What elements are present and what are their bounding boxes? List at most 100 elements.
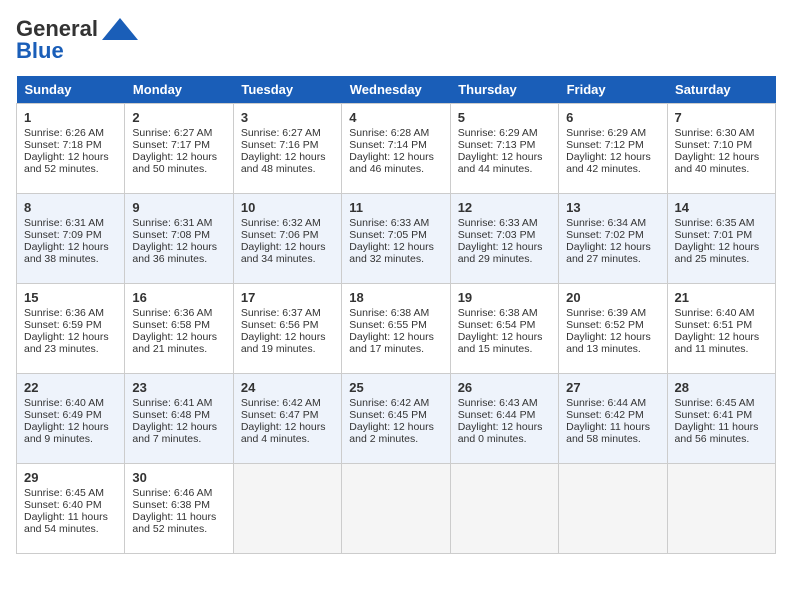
logo-icon [102,18,138,40]
sunrise-text: Sunrise: 6:39 AM [566,307,646,319]
daylight-label: Daylight: 11 hours and 56 minutes. [675,421,759,445]
daylight-label: Daylight: 11 hours and 54 minutes. [24,511,108,535]
day-number: 4 [349,110,442,125]
daylight-label: Daylight: 12 hours and 9 minutes. [24,421,109,445]
day-number: 17 [241,290,334,305]
sunrise-text: Sunrise: 6:34 AM [566,217,646,229]
sunset-text: Sunset: 6:44 PM [458,409,536,421]
sunset-text: Sunset: 6:56 PM [241,319,319,331]
sunrise-text: Sunrise: 6:42 AM [349,397,429,409]
sunset-text: Sunset: 6:38 PM [132,499,210,511]
calendar-cell: 28 Sunrise: 6:45 AM Sunset: 6:41 PM Dayl… [667,374,775,464]
sunset-text: Sunset: 6:42 PM [566,409,644,421]
daylight-label: Daylight: 12 hours and 19 minutes. [241,331,326,355]
sunset-text: Sunset: 7:18 PM [24,139,102,151]
calendar-cell: 11 Sunrise: 6:33 AM Sunset: 7:05 PM Dayl… [342,194,450,284]
day-number: 8 [24,200,117,215]
sunrise-text: Sunrise: 6:42 AM [241,397,321,409]
sunset-text: Sunset: 7:13 PM [458,139,536,151]
sunrise-text: Sunrise: 6:40 AM [24,397,104,409]
calendar-cell: 19 Sunrise: 6:38 AM Sunset: 6:54 PM Dayl… [450,284,558,374]
sunrise-text: Sunrise: 6:38 AM [349,307,429,319]
calendar-cell: 7 Sunrise: 6:30 AM Sunset: 7:10 PM Dayli… [667,104,775,194]
day-number: 14 [675,200,768,215]
sunset-text: Sunset: 6:52 PM [566,319,644,331]
daylight-label: Daylight: 12 hours and 44 minutes. [458,151,543,175]
sunrise-text: Sunrise: 6:29 AM [566,127,646,139]
sunset-text: Sunset: 6:58 PM [132,319,210,331]
calendar-cell [667,464,775,554]
calendar-cell: 8 Sunrise: 6:31 AM Sunset: 7:09 PM Dayli… [17,194,125,284]
day-number: 5 [458,110,551,125]
daylight-label: Daylight: 11 hours and 52 minutes. [132,511,216,535]
daylight-label: Daylight: 12 hours and 15 minutes. [458,331,543,355]
daylight-label: Daylight: 12 hours and 2 minutes. [349,421,434,445]
calendar-cell: 13 Sunrise: 6:34 AM Sunset: 7:02 PM Dayl… [559,194,667,284]
calendar-cell: 5 Sunrise: 6:29 AM Sunset: 7:13 PM Dayli… [450,104,558,194]
day-number: 2 [132,110,225,125]
sunrise-text: Sunrise: 6:35 AM [675,217,755,229]
daylight-label: Daylight: 12 hours and 34 minutes. [241,241,326,265]
calendar-cell: 2 Sunrise: 6:27 AM Sunset: 7:17 PM Dayli… [125,104,233,194]
dow-header: Monday [125,76,233,104]
sunrise-text: Sunrise: 6:44 AM [566,397,646,409]
sunset-text: Sunset: 6:40 PM [24,499,102,511]
day-number: 9 [132,200,225,215]
calendar-cell: 3 Sunrise: 6:27 AM Sunset: 7:16 PM Dayli… [233,104,341,194]
daylight-label: Daylight: 12 hours and 11 minutes. [675,331,760,355]
dow-header: Saturday [667,76,775,104]
daylight-label: Daylight: 12 hours and 23 minutes. [24,331,109,355]
sunrise-text: Sunrise: 6:45 AM [24,487,104,499]
calendar-cell: 20 Sunrise: 6:39 AM Sunset: 6:52 PM Dayl… [559,284,667,374]
calendar-cell: 30 Sunrise: 6:46 AM Sunset: 6:38 PM Dayl… [125,464,233,554]
dow-header: Thursday [450,76,558,104]
day-number: 11 [349,200,442,215]
day-number: 12 [458,200,551,215]
daylight-label: Daylight: 12 hours and 50 minutes. [132,151,217,175]
daylight-label: Daylight: 12 hours and 38 minutes. [24,241,109,265]
sunset-text: Sunset: 6:41 PM [675,409,753,421]
sunset-text: Sunset: 7:09 PM [24,229,102,241]
sunset-text: Sunset: 7:05 PM [349,229,427,241]
calendar-cell: 29 Sunrise: 6:45 AM Sunset: 6:40 PM Dayl… [17,464,125,554]
sunrise-text: Sunrise: 6:29 AM [458,127,538,139]
calendar-cell: 18 Sunrise: 6:38 AM Sunset: 6:55 PM Dayl… [342,284,450,374]
sunset-text: Sunset: 7:03 PM [458,229,536,241]
day-number: 1 [24,110,117,125]
daylight-label: Daylight: 12 hours and 4 minutes. [241,421,326,445]
daylight-label: Daylight: 12 hours and 13 minutes. [566,331,651,355]
day-number: 29 [24,470,117,485]
calendar-cell: 22 Sunrise: 6:40 AM Sunset: 6:49 PM Dayl… [17,374,125,464]
day-number: 10 [241,200,334,215]
calendar-cell: 6 Sunrise: 6:29 AM Sunset: 7:12 PM Dayli… [559,104,667,194]
sunrise-text: Sunrise: 6:37 AM [241,307,321,319]
logo: General Blue [16,16,138,64]
daylight-label: Daylight: 12 hours and 21 minutes. [132,331,217,355]
day-number: 19 [458,290,551,305]
sunset-text: Sunset: 7:10 PM [675,139,753,151]
dow-header: Wednesday [342,76,450,104]
day-number: 21 [675,290,768,305]
calendar-cell: 4 Sunrise: 6:28 AM Sunset: 7:14 PM Dayli… [342,104,450,194]
sunset-text: Sunset: 7:02 PM [566,229,644,241]
calendar-cell: 1 Sunrise: 6:26 AM Sunset: 7:18 PM Dayli… [17,104,125,194]
sunrise-text: Sunrise: 6:33 AM [349,217,429,229]
daylight-label: Daylight: 12 hours and 32 minutes. [349,241,434,265]
calendar-cell: 25 Sunrise: 6:42 AM Sunset: 6:45 PM Dayl… [342,374,450,464]
daylight-label: Daylight: 12 hours and 27 minutes. [566,241,651,265]
sunrise-text: Sunrise: 6:43 AM [458,397,538,409]
calendar-cell: 16 Sunrise: 6:36 AM Sunset: 6:58 PM Dayl… [125,284,233,374]
calendar-cell: 27 Sunrise: 6:44 AM Sunset: 6:42 PM Dayl… [559,374,667,464]
sunrise-text: Sunrise: 6:45 AM [675,397,755,409]
page-header: General Blue [16,16,776,64]
sunrise-text: Sunrise: 6:31 AM [132,217,212,229]
day-number: 15 [24,290,117,305]
day-number: 27 [566,380,659,395]
day-number: 28 [675,380,768,395]
sunrise-text: Sunrise: 6:46 AM [132,487,212,499]
calendar-cell: 23 Sunrise: 6:41 AM Sunset: 6:48 PM Dayl… [125,374,233,464]
calendar-cell: 26 Sunrise: 6:43 AM Sunset: 6:44 PM Dayl… [450,374,558,464]
day-number: 23 [132,380,225,395]
daylight-label: Daylight: 12 hours and 52 minutes. [24,151,109,175]
sunset-text: Sunset: 7:12 PM [566,139,644,151]
